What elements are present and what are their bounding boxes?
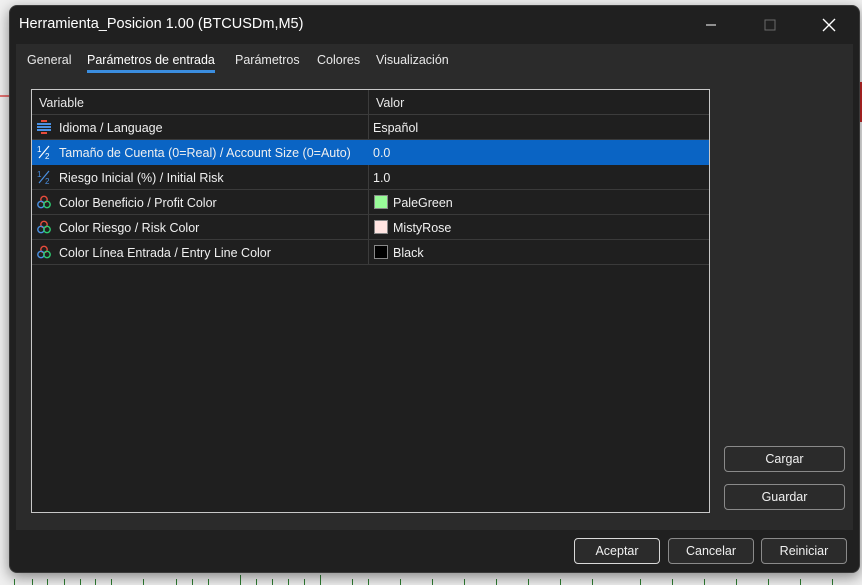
grid-header: Variable Valor	[32, 90, 709, 115]
tab-label: Colores	[317, 53, 361, 67]
header-value[interactable]: Valor	[376, 96, 404, 110]
save-button[interactable]: Guardar	[724, 484, 845, 510]
maximize-icon	[764, 19, 776, 31]
param-value[interactable]: MistyRose	[393, 221, 451, 235]
param-row-entry-line-color[interactable]: Color Línea Entrada / Entry Line Color B…	[32, 240, 709, 265]
ok-button[interactable]: Aceptar	[574, 538, 660, 564]
param-name: Color Beneficio / Profit Color	[59, 196, 217, 210]
tab-label: General	[27, 53, 72, 67]
close-icon	[822, 18, 836, 32]
param-row-account-size[interactable]: 12 Tamaño de Cuenta (0=Real) / Account S…	[32, 140, 709, 165]
param-row-initial-risk[interactable]: 12 Riesgo Inicial (%) / Initial Risk 1.0	[32, 165, 709, 190]
color-swatch[interactable]	[374, 220, 388, 234]
tab-input-parameters[interactable]: Parámetros de entrada	[87, 53, 215, 73]
header-variable[interactable]: Variable	[39, 96, 84, 110]
tab-parameters[interactable]: Parámetros	[235, 53, 300, 71]
color-icon	[37, 245, 51, 259]
svg-text:2: 2	[45, 177, 50, 185]
param-row-language[interactable]: Idioma / Language Español	[32, 115, 709, 140]
param-name: Color Riesgo / Risk Color	[59, 221, 200, 235]
svg-text:1: 1	[37, 145, 42, 154]
cancel-button[interactable]: Cancelar	[668, 538, 754, 564]
param-name: Riesgo Inicial (%) / Initial Risk	[59, 171, 224, 185]
maximize-button	[747, 6, 793, 44]
tab-label: Visualización	[376, 53, 449, 67]
fraction-icon: 12	[37, 170, 50, 185]
param-value[interactable]: Black	[393, 246, 424, 260]
window-title: Herramienta_Posicion 1.00 (BTCUSDm,M5)	[19, 16, 304, 32]
tab-general[interactable]: General	[27, 53, 71, 71]
param-value[interactable]: PaleGreen	[393, 196, 453, 210]
param-value[interactable]: 0.0	[373, 146, 390, 160]
tab-label: Parámetros	[235, 53, 300, 67]
color-swatch[interactable]	[374, 195, 388, 209]
fraction-icon: 12	[37, 145, 50, 160]
parameters-grid[interactable]: Variable Valor Idioma / Language Español…	[31, 89, 710, 513]
svg-text:1: 1	[37, 170, 42, 179]
svg-text:2: 2	[45, 152, 50, 160]
color-icon	[37, 195, 51, 209]
color-swatch[interactable]	[374, 245, 388, 259]
reset-button[interactable]: Reiniciar	[761, 538, 847, 564]
param-value[interactable]: 1.0	[373, 171, 390, 185]
enum-icon	[37, 120, 51, 134]
title-bar[interactable]: Herramienta_Posicion 1.00 (BTCUSDm,M5)	[10, 6, 859, 44]
tab-label: Parámetros de entrada	[87, 53, 215, 67]
tab-visualization[interactable]: Visualización	[376, 53, 449, 71]
param-name: Tamaño de Cuenta (0=Real) / Account Size…	[59, 146, 351, 160]
minimize-button[interactable]	[688, 6, 734, 44]
param-name: Color Línea Entrada / Entry Line Color	[59, 246, 271, 260]
param-name: Idioma / Language	[59, 121, 163, 135]
color-icon	[37, 220, 51, 234]
tab-panel: General Parámetros de entrada Parámetros…	[16, 44, 853, 530]
active-tab-indicator	[87, 70, 215, 73]
param-value[interactable]: Español	[373, 121, 418, 135]
param-row-profit-color[interactable]: Color Beneficio / Profit Color PaleGreen	[32, 190, 709, 215]
close-button[interactable]	[806, 6, 852, 44]
tab-colors[interactable]: Colores	[317, 53, 360, 71]
minimize-icon	[706, 24, 716, 26]
properties-dialog: Herramienta_Posicion 1.00 (BTCUSDm,M5) G…	[9, 5, 860, 573]
param-row-risk-color[interactable]: Color Riesgo / Risk Color MistyRose	[32, 215, 709, 240]
load-button[interactable]: Cargar	[724, 446, 845, 472]
